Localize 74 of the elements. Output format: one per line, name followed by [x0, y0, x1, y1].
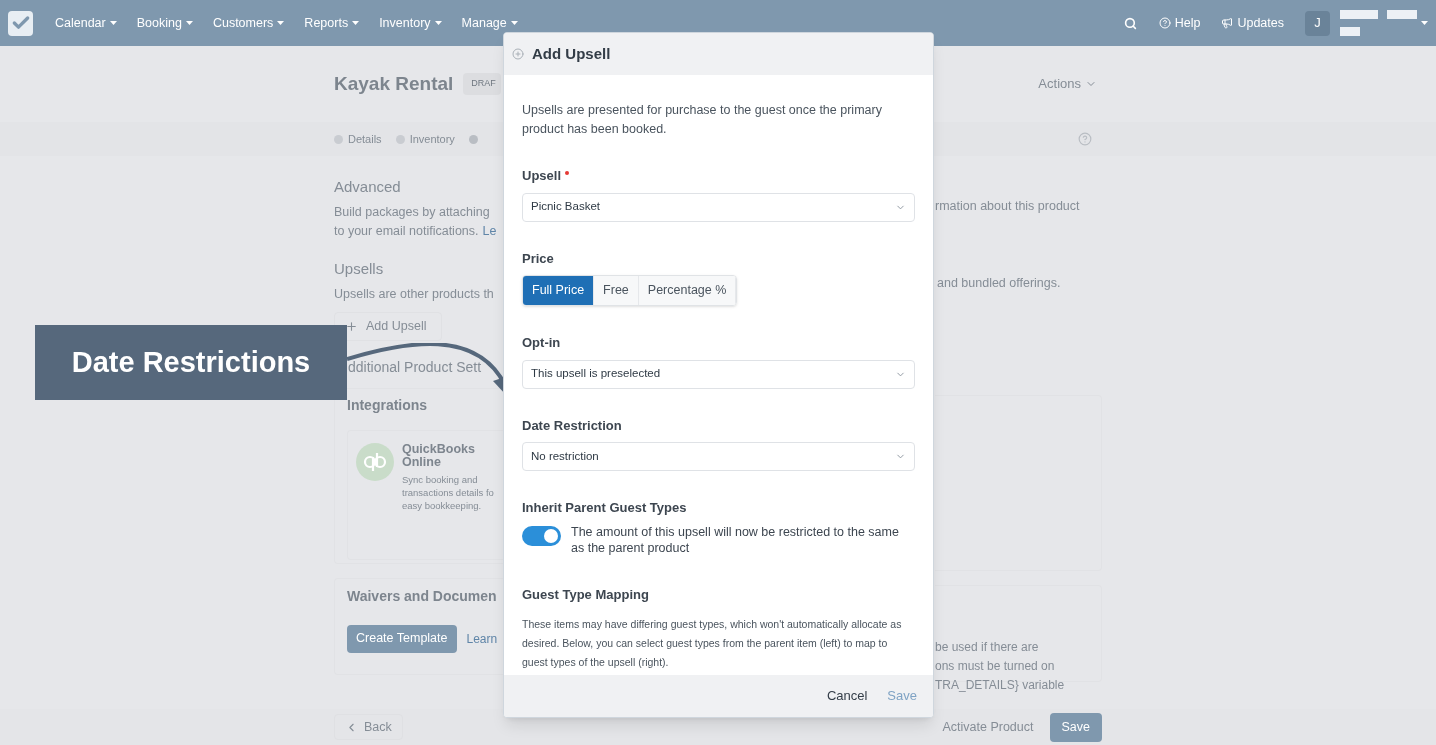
field-label: Inherit Parent Guest Types	[522, 499, 687, 517]
section-title: Guest Type Mapping	[522, 586, 649, 602]
blurred-name-block	[1387, 10, 1417, 19]
mapping-description: These items may have differing guest types, which won't automatically allocate as desired. Below, you can select guest types from the parent item (left) to map to guest types of the upsell (right).	[522, 616, 903, 670]
dialog-description: Upsells are presented for purchase to the guest once the primary product has been booked.	[522, 102, 883, 138]
callout-label: Date Restrictions	[35, 325, 347, 400]
back-button[interactable]: Back	[334, 714, 403, 740]
section-heading: dditional Product Sett	[347, 357, 483, 377]
step-tab[interactable]: Inventory	[395, 130, 455, 148]
nav-menu-item[interactable]: Calendar	[55, 13, 117, 33]
plus-circle-icon	[512, 48, 524, 60]
cancel-button[interactable]: Cancel	[826, 686, 868, 706]
page-title: Kayak Rental	[334, 71, 454, 96]
integration-tile[interactable]: QuickBooks Online Sync booking and transactions details fo easy bookkeeping.	[347, 429, 503, 560]
status-badge: DRAF	[463, 73, 502, 95]
create-template-button[interactable]: Create Template	[347, 624, 457, 653]
caret-icon	[1421, 21, 1428, 25]
nav-menu-item[interactable]: Inventory	[379, 13, 442, 33]
caret-icon	[434, 21, 442, 25]
select-field[interactable]: This upsell is preselected	[522, 359, 915, 389]
price-option[interactable]: Percentage %	[638, 276, 737, 305]
select-field[interactable]: No restriction	[522, 442, 915, 471]
note-text: be used if there are	[935, 638, 1040, 656]
updates-link[interactable]: Updates	[1221, 13, 1284, 33]
field-label: Date Restriction	[522, 416, 622, 435]
note-text: ons must be turned on	[935, 657, 1056, 675]
search-icon[interactable]	[1123, 16, 1137, 30]
nav-menu-item[interactable]: Manage	[461, 13, 518, 33]
caret-icon	[185, 21, 193, 25]
plus-icon	[345, 319, 358, 333]
nav-menu-item[interactable]: Booking	[136, 13, 193, 33]
section-heading: Upsells	[334, 258, 385, 279]
toggle-description: The amount of this upsell will now be restricted to the same as the parent product	[571, 523, 900, 556]
integration-description: easy bookkeeping.	[402, 498, 483, 512]
caret-icon	[510, 21, 518, 25]
checkmark-logo-icon[interactable]	[8, 10, 33, 36]
blurred-name-block	[1340, 27, 1360, 36]
section-description: and bundled offerings.	[937, 275, 1062, 292]
select-field[interactable]: Picnic Basket	[522, 192, 915, 222]
help-icon	[1158, 17, 1171, 29]
card-title: Integrations	[347, 395, 429, 415]
activate-product-button[interactable]: Activate Product	[942, 717, 1034, 737]
quickbooks-logo-icon	[356, 442, 394, 481]
nav-menu-item[interactable]: Reports	[304, 13, 360, 33]
nav-menu-item[interactable]: Customers	[212, 13, 285, 33]
dialog-title: Add Upsell	[532, 43, 611, 64]
blurred-name-block	[1340, 10, 1378, 19]
integration-description: Sync booking and	[402, 472, 479, 486]
actions-menu-button[interactable]: Actions	[1038, 74, 1097, 94]
avatar[interactable]: J	[1305, 10, 1330, 36]
section-description: Upsells are other products th	[334, 286, 495, 303]
integration-name: QuickBooks Online	[402, 442, 476, 469]
field-label: Price	[522, 249, 554, 268]
caret-icon	[352, 21, 360, 25]
caret-icon	[277, 21, 285, 25]
save-button[interactable]: Save	[1049, 712, 1102, 742]
help-link[interactable]: Help	[1158, 13, 1201, 33]
learn-link[interactable]: Learn	[466, 629, 498, 648]
note-text: TRA_DETAILS} variable	[935, 676, 1066, 694]
section-heading: Advanced	[334, 177, 402, 197]
field-label: Opt-in	[522, 334, 561, 352]
megaphone-icon	[1221, 17, 1234, 29]
field-label: Upsell	[522, 167, 561, 185]
price-option[interactable]: Free	[594, 276, 639, 305]
card-title: Waivers and Documen	[347, 586, 498, 606]
caret-icon	[109, 21, 117, 25]
toggle-switch[interactable]	[522, 525, 561, 546]
section-description: to your email notifications.	[334, 222, 479, 240]
price-option[interactable]: Full Price	[523, 276, 595, 305]
learn-more-link[interactable]: Le	[482, 221, 497, 241]
section-description: rmation about this product	[935, 198, 1081, 215]
section-description: Build packages by attaching	[334, 203, 491, 221]
step-tab[interactable]: Details	[334, 130, 382, 148]
integration-description: transactions details fo	[402, 485, 494, 499]
